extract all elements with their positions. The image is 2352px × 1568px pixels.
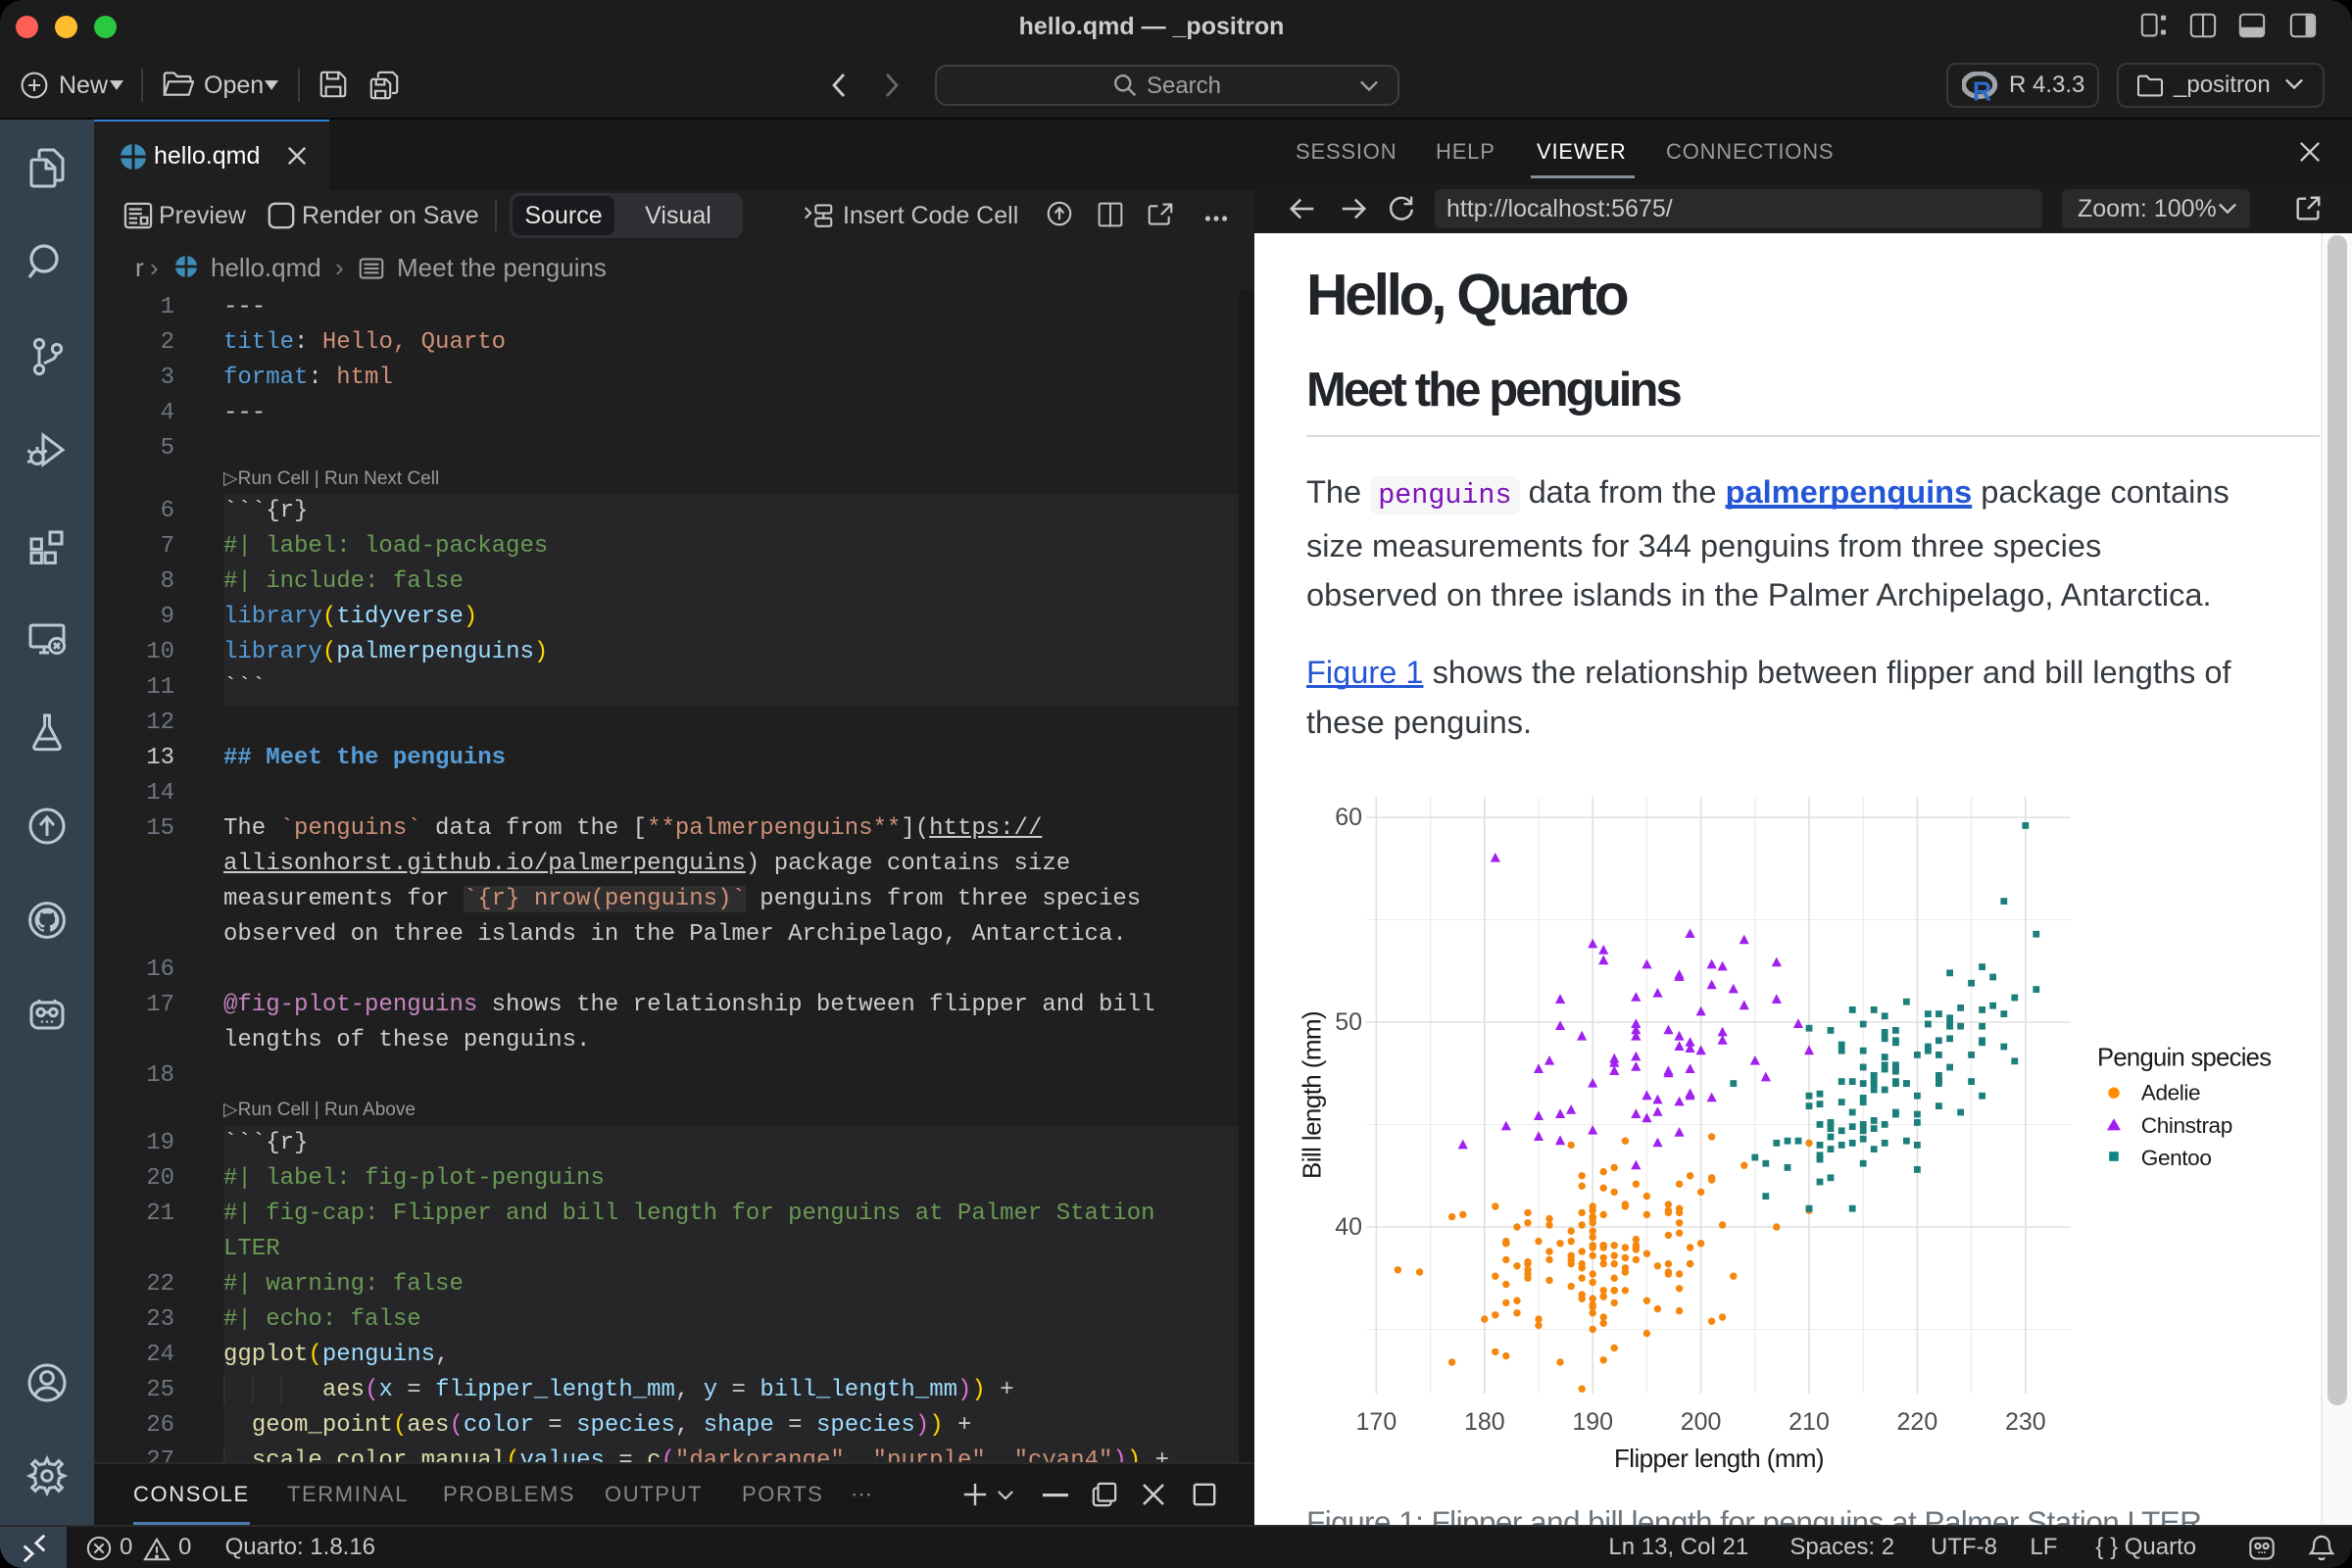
svg-text:Bill length (mm): Bill length (mm) bbox=[1297, 1011, 1326, 1179]
svg-text:50: 50 bbox=[1335, 1008, 1362, 1036]
svg-text:190: 190 bbox=[1572, 1408, 1613, 1436]
svg-text:R: R bbox=[1973, 76, 1992, 103]
svg-text:40: 40 bbox=[1335, 1213, 1362, 1241]
svg-text:170: 170 bbox=[1356, 1408, 1397, 1436]
svg-text:200: 200 bbox=[1681, 1408, 1722, 1436]
svg-text:230: 230 bbox=[2005, 1408, 2046, 1436]
svg-text:60: 60 bbox=[1335, 804, 1362, 831]
svg-text:Penguin species: Penguin species bbox=[2097, 1045, 2271, 1072]
svg-text:Adelie: Adelie bbox=[2141, 1080, 2200, 1104]
svg-text:210: 210 bbox=[1788, 1408, 1830, 1436]
svg-text:220: 220 bbox=[1897, 1408, 1938, 1436]
svg-text:Gentoo: Gentoo bbox=[2141, 1146, 2212, 1170]
svg-text:Chinstrap: Chinstrap bbox=[2141, 1113, 2232, 1138]
svg-text:Flipper length (mm): Flipper length (mm) bbox=[1614, 1444, 1824, 1473]
svg-text:180: 180 bbox=[1464, 1408, 1505, 1436]
